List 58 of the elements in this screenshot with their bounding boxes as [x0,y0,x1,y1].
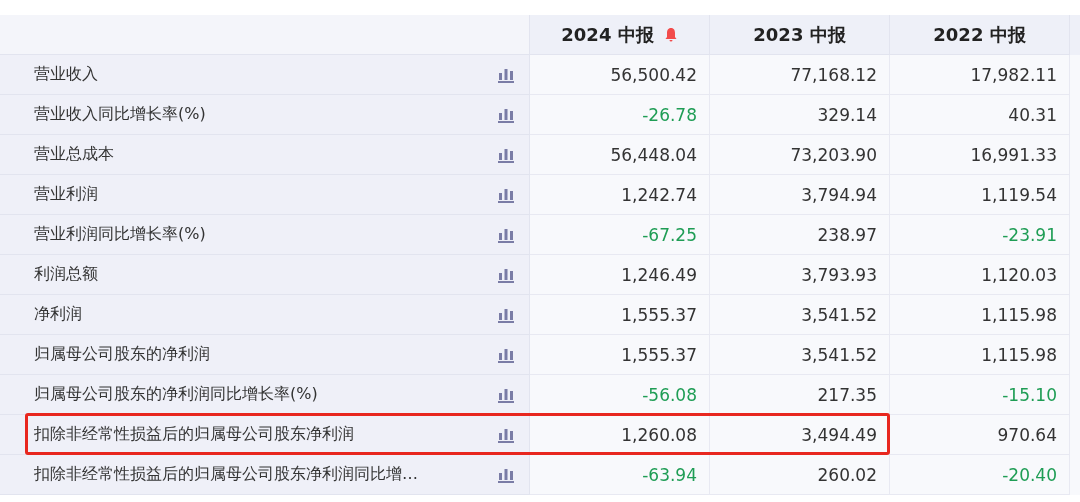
row-label: 归属母公司股东的净利润同比增长率(%) [34,384,318,405]
row-label: 营业收入 [34,64,98,85]
table-cell: 16,991.33 [890,135,1070,175]
table-cell: -20.40 [890,455,1070,495]
table-cell: 3,794.94 [710,175,890,215]
row-label: 归属母公司股东的净利润 [34,344,210,365]
table-cell: 1,119.54 [890,175,1070,215]
table-cell: -26.78 [530,95,710,135]
table-cell: -15.10 [890,375,1070,415]
table-cell: 1,260.08 [530,415,710,455]
column-header[interactable]: 2023 中报 [710,15,890,55]
table-cell: 1,555.37 [530,335,710,375]
table-cell: 3,541.52 [710,295,890,335]
bar-chart-icon[interactable] [497,306,515,323]
table-cell: 217.35 [710,375,890,415]
table-cell: -67.25 [530,215,710,255]
table-cell: 970.64 [890,415,1070,455]
table-cell: 1,555.37 [530,295,710,335]
table-cell: 1,242.74 [530,175,710,215]
table-cell: 40.31 [890,95,1070,135]
table-cell: 1,120.03 [890,255,1070,295]
bar-chart-icon[interactable] [497,226,515,243]
row-label: 营业总成本 [34,144,114,165]
column-header[interactable]: 2022 中报 [890,15,1070,55]
bar-chart-icon[interactable] [497,386,515,403]
row-label: 扣除非经常性损益后的归属母公司股东净利润同比增… [34,464,418,485]
row-label: 营业利润同比增长率(%) [34,224,206,245]
column-header[interactable]: 2024 中报 [530,15,710,55]
row-label: 营业收入同比增长率(%) [34,104,206,125]
row-label: 扣除非经常性损益后的归属母公司股东净利润 [34,424,354,445]
table-cell: 238.97 [710,215,890,255]
table-cell: 3,541.52 [710,335,890,375]
table-cell: 3,793.93 [710,255,890,295]
table-cell: 73,203.90 [710,135,890,175]
row-label: 营业利润 [34,184,98,205]
bar-chart-icon[interactable] [497,346,515,363]
bar-chart-icon[interactable] [497,266,515,283]
table-cell: 17,982.11 [890,55,1070,95]
bar-chart-icon[interactable] [497,146,515,163]
table-cell: 1,246.49 [530,255,710,295]
table-cell: -56.08 [530,375,710,415]
row-label: 利润总额 [34,264,98,285]
bar-chart-icon[interactable] [497,466,515,483]
column-header [1070,15,1080,55]
table-cell: 56,500.42 [530,55,710,95]
table-cell: -23.91 [890,215,1070,255]
table-cell: -63.94 [530,455,710,495]
table-cell: 260.02 [710,455,890,495]
bar-chart-icon[interactable] [497,106,515,123]
table-cell: 1,115.98 [890,335,1070,375]
table-cell: 329.14 [710,95,890,135]
bar-chart-icon[interactable] [497,66,515,83]
bar-chart-icon[interactable] [497,186,515,203]
table-cell: 56,448.04 [530,135,710,175]
bar-chart-icon[interactable] [497,426,515,443]
table-cell: 1,115.98 [890,295,1070,335]
row-label: 净利润 [34,304,82,325]
table-cell: 77,168.12 [710,55,890,95]
